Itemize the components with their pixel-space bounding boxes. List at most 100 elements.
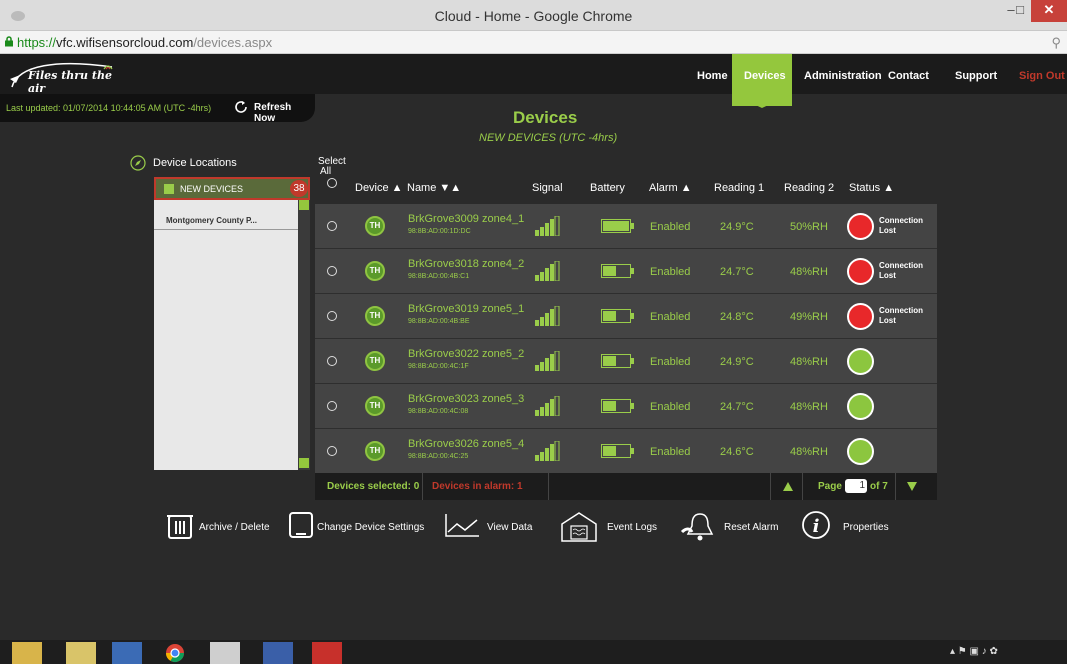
status-text: Connection Lost [879,216,923,235]
reading-2: 48%RH [790,356,828,368]
properties-label: Properties [843,522,889,533]
footer-divider [548,473,549,500]
new-devices-location[interactable]: NEW DEVICES 38 [154,177,310,200]
reading-1: 24.6°C [720,446,754,458]
nav-contact[interactable]: Contact [888,70,929,82]
table-row[interactable]: TH BrkGrove3018 zone4_2 98:8B:AD:00:4B:C1 E… [315,249,937,294]
change-settings-action[interactable]: Change Device Settings [287,510,427,548]
table-footer: Devices selected: 0 Devices in alarm: 1 … [315,473,937,500]
app-icon[interactable] [263,642,293,664]
table-row[interactable]: TH BrkGrove3019 zone5_1 98:8B:AD:00:4B:BE E… [315,294,937,339]
address-bar[interactable]: https://vfc.wifisensorcloud.com/devices.… [0,31,1067,54]
signal-icon [535,305,560,327]
word-icon[interactable] [112,642,142,664]
file-explorer-icon[interactable] [12,642,42,664]
nav-active-pointer [732,94,792,108]
properties-action[interactable]: i Properties [801,510,901,548]
url-text[interactable]: https://vfc.wifisensorcloud.com/devices.… [17,35,272,50]
device-name-link[interactable]: BrkGrove3023 zone5_3 [408,393,524,405]
device-mac: 98:8B:AD:00:4C:1F [408,363,469,370]
device-name-link[interactable]: BrkGrove3019 zone5_1 [408,303,524,315]
footer-divider [770,473,771,500]
col-alarm[interactable]: Alarm ▲ [649,182,692,194]
event-logs-icon [561,512,597,542]
battery-icon [601,444,634,458]
status-indicator-icon [847,213,874,240]
alarm-status: Enabled [650,356,691,368]
table-row[interactable]: TH BrkGrove3026 zone5_4 98:8B:AD:00:4C:25 E… [315,429,937,474]
device-name-link[interactable]: BrkGrove3018 zone4_2 [408,258,524,270]
row-select-radio[interactable] [327,446,337,456]
signal-icon [535,440,560,462]
outlook-icon[interactable] [66,642,96,664]
event-logs-action[interactable]: Event Logs [559,510,664,548]
chrome-icon[interactable] [160,642,190,664]
maximize-button[interactable]: □ [1009,0,1031,22]
page-title: Devices [513,108,578,127]
page-up-icon[interactable] [783,482,793,491]
page-subtitle: NEW DEVICES (UTC -4hrs) [479,132,618,144]
col-device[interactable]: Device ▲ [355,182,403,194]
nav-sign-out[interactable]: Sign Out [1019,70,1065,82]
device-type-badge: TH [365,396,385,416]
brand-logo[interactable]: Files thru the air [8,57,118,95]
reading-1: 24.9°C [720,221,754,233]
row-select-radio[interactable] [327,266,337,276]
system-tray[interactable]: ▴ ⚑ ▣ ♪ ✿ [950,646,998,657]
refresh-icon[interactable] [233,99,249,115]
col-status[interactable]: Status ▲ [849,182,894,194]
reset-alarm-label: Reset Alarm [724,522,779,533]
browser-title-bar: Cloud - Home - Google Chrome – □ ✕ [0,0,1067,31]
battery-icon [601,219,634,233]
device-name-link[interactable]: BrkGrove3009 zone4_1 [408,213,524,225]
select-all-radio[interactable] [327,178,337,188]
table-row[interactable]: TH BrkGrove3023 zone5_3 98:8B:AD:00:4C:08 E… [315,384,937,429]
nav-administration[interactable]: Administration [804,70,882,82]
row-select-radio[interactable] [327,311,337,321]
locations-scrollbar[interactable] [298,200,310,470]
search-icon[interactable]: ⚲ [1051,35,1061,51]
device-name-link[interactable]: BrkGrove3022 zone5_2 [408,348,524,360]
page-down-icon[interactable] [907,482,917,491]
acrobat-icon[interactable] [312,642,342,664]
status-indicator-icon [847,303,874,330]
device-mac: 98:8B:AD:00:4B:BE [408,318,470,325]
col-signal: Signal [532,182,563,194]
row-select-radio[interactable] [327,401,337,411]
scroll-up-icon[interactable] [299,200,309,210]
status-indicator-icon [847,438,874,465]
reading-1: 24.8°C [720,311,754,323]
signal-icon [535,260,560,282]
col-name[interactable]: Name ▼▲ [407,182,461,194]
scroll-down-icon[interactable] [299,458,309,468]
archive-delete-action[interactable]: Archive / Delete [165,510,275,548]
devices-selected-text: Devices selected: 0 [327,481,420,492]
location-item-montgomery[interactable]: Montgomery County P... [166,216,257,225]
calculator-icon[interactable] [210,642,240,664]
row-select-radio[interactable] [327,221,337,231]
close-button[interactable]: ✕ [1031,0,1067,22]
select-all-label: Select All [318,156,346,177]
device-name-link[interactable]: BrkGrove3026 zone5_4 [408,438,524,450]
reset-alarm-action[interactable]: Reset Alarm [680,510,790,548]
status-text: Connection Lost [879,306,923,325]
nav-support[interactable]: Support [955,70,997,82]
page-number-input[interactable]: 1 [845,479,867,493]
url-scheme: https:// [17,35,57,50]
reading-1: 24.7°C [720,401,754,413]
signal-icon [535,395,560,417]
battery-icon [601,399,634,413]
table-row[interactable]: TH BrkGrove3009 zone4_1 98:8B:AD:00:1D:DC E… [315,204,937,249]
nav-home[interactable]: Home [697,70,728,82]
device-mac: 98:8B:AD:00:4C:08 [408,408,469,415]
device-mac: 98:8B:AD:00:1D:DC [408,228,471,235]
url-host: vfc.wifisensorcloud.com [56,35,194,50]
nav-devices[interactable]: Devices [744,70,786,82]
row-select-radio[interactable] [327,356,337,366]
devices-in-alarm-link[interactable]: Devices in alarm: 1 [432,481,523,492]
table-row[interactable]: TH BrkGrove3022 zone5_2 98:8B:AD:00:4C:1F E… [315,339,937,384]
view-data-action[interactable]: View Data [443,510,543,548]
refresh-now-button[interactable]: Refresh Now [254,102,315,124]
battery-icon [601,309,634,323]
device-type-badge: TH [365,306,385,326]
